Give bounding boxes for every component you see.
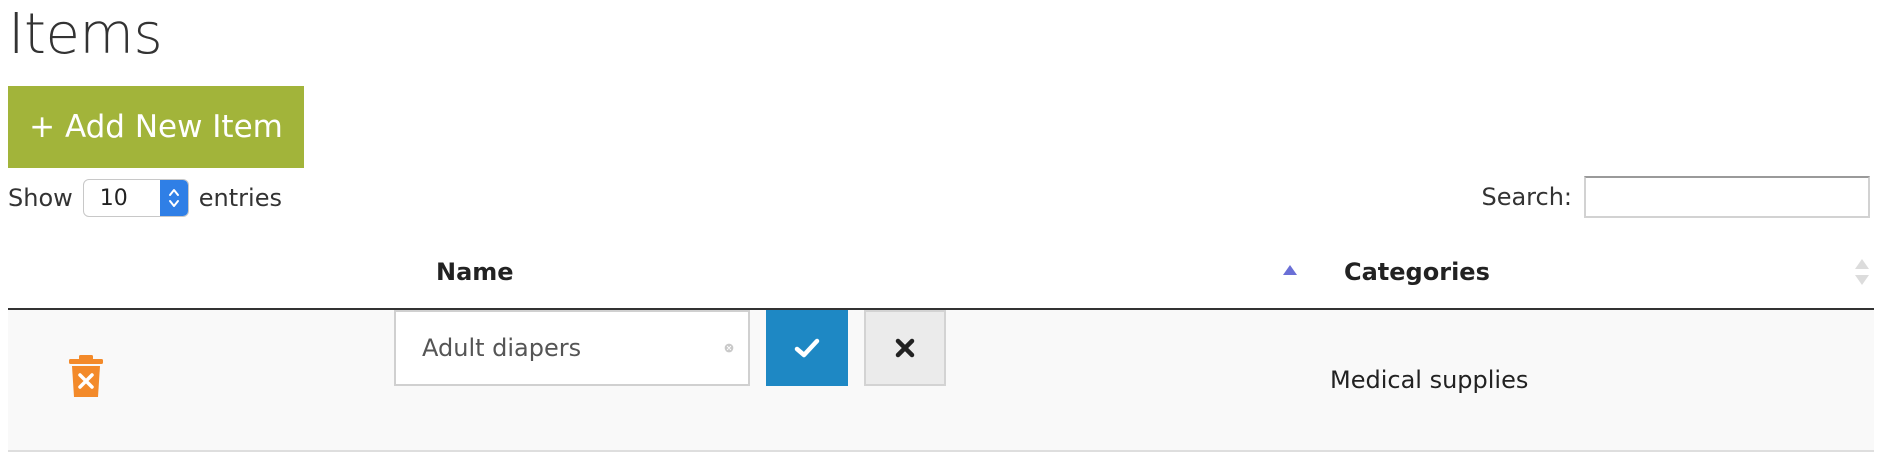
sort-both-icon [1855, 259, 1869, 285]
name-input[interactable] [396, 317, 724, 379]
trash-icon[interactable] [68, 354, 104, 398]
column-header-name-label: Name [436, 258, 514, 286]
checkmark-icon [794, 338, 820, 358]
close-icon [895, 338, 915, 358]
table-header: Name Categories [8, 236, 1874, 310]
table-row: Medical supplies [8, 310, 1874, 452]
select-arrows-icon [159, 180, 188, 216]
show-label: Show [8, 184, 73, 212]
length-control: Show 10 entries [8, 178, 282, 218]
search-input[interactable] [1584, 176, 1870, 218]
column-header-categories-label: Categories [1344, 258, 1490, 286]
category-cell: Medical supplies [1330, 366, 1529, 394]
column-header-name[interactable]: Name [436, 236, 514, 308]
sort-ascending-icon [1283, 265, 1297, 275]
search-label: Search: [1481, 183, 1572, 211]
items-table: Name Categories Adult diapers Medical su… [8, 236, 1874, 452]
cancel-edit-button[interactable] [864, 310, 946, 386]
column-header-categories[interactable]: Categories [1344, 236, 1490, 308]
entries-per-page-select[interactable]: 10 [82, 179, 189, 217]
name-edit-field [394, 310, 750, 386]
add-new-item-button[interactable]: + Add New Item [8, 86, 304, 168]
page-title: Items [8, 2, 163, 67]
entries-label: entries [198, 184, 282, 212]
search-control: Search: [1481, 174, 1870, 220]
clear-circle-icon[interactable] [724, 333, 734, 363]
confirm-edit-button[interactable] [766, 310, 848, 386]
items-page: Items + Add New Item Show 10 entries Sea… [0, 0, 1884, 466]
